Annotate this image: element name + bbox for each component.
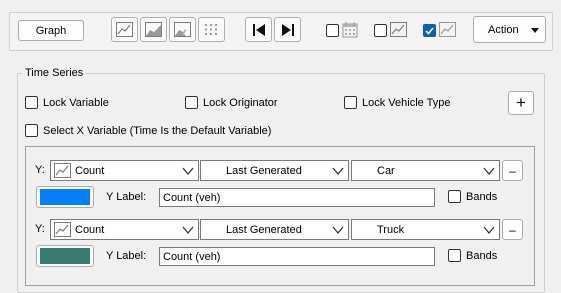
line-chart-icon [54,222,71,237]
series-2-bands-label: Bands [466,250,498,262]
series-2-remove-button[interactable]: – [502,219,523,240]
series-2-bands-checkbox[interactable] [448,249,461,262]
calendar-checkbox[interactable] [326,24,339,37]
lock-vehicle-type-label: Lock Vehicle Type [362,97,451,109]
series-2-y-label-input[interactable]: Count (veh) [159,247,435,266]
chevron-down-icon [483,167,495,176]
line-chart-checkbox-checked[interactable] [423,24,436,37]
series-2-variable-value: Count [75,223,105,236]
chevron-down-icon [182,167,194,176]
skip-back-button[interactable] [245,17,272,42]
series-1-y-label-input[interactable]: Count (veh) [159,188,435,207]
grid-icon [205,24,217,35]
series-1-vehicle-type-select[interactable]: Car [351,160,500,181]
chevron-down-icon [182,226,194,235]
line-chart-icon [439,22,456,37]
add-series-button[interactable]: + [508,91,534,115]
line-chart-checkbox[interactable] [374,24,387,37]
lock-originator-checkbox[interactable] [185,96,198,109]
select-x-variable-label: Select X Variable (Time Is the Default V… [43,125,272,137]
series-2-originator-value: Last Generated [226,223,302,236]
skip-back-icon [252,23,265,36]
calendar-icon [342,22,358,38]
lock-originator-label: Lock Originator [203,97,278,109]
series-2-color-swatch [40,248,90,264]
skip-forward-button[interactable] [274,17,301,42]
series-1-variable-select[interactable]: Count [50,160,199,181]
checkmark-icon [425,27,434,35]
series-1-bands-label: Bands [466,191,498,203]
line-chart-icon [54,163,71,178]
series-1-color-button[interactable] [36,186,94,208]
series-1-bands-checkbox[interactable] [448,190,461,203]
add-chart-icon [174,22,191,37]
series-2-color-button[interactable] [36,245,94,267]
action-dropdown[interactable]: Action [473,16,546,43]
series-1-color-swatch [40,189,90,205]
series-1-y-prefix: Y: [35,164,45,176]
area-chart-icon [145,22,162,37]
caret-down-icon [531,28,539,33]
plus-icon: + [516,93,526,112]
minus-icon: – [509,222,516,237]
series-2-vehicle-type-select[interactable]: Truck [351,219,500,240]
line-chart-icon [390,22,407,37]
series-2-y-prefix: Y: [35,223,45,235]
line-chart-icon [116,22,133,37]
series-1-vehicle-type-value: Car [377,164,395,177]
time-series-title: Time Series [23,67,86,79]
series-1-remove-button[interactable]: – [502,160,523,181]
minus-icon: – [509,163,516,178]
area-chart-button[interactable] [140,17,167,42]
add-chart-button[interactable] [169,17,196,42]
chevron-down-icon [483,226,495,235]
series-1-variable-value: Count [75,164,105,177]
series-2-originator-select[interactable]: Last Generated [200,219,349,240]
line-chart-button[interactable] [111,17,138,42]
skip-forward-icon [281,23,294,36]
series-1-y-label-caption: Y Label: [106,191,147,203]
lock-variable-checkbox[interactable] [25,96,38,109]
lock-vehicle-type-checkbox[interactable] [344,96,357,109]
chevron-down-icon [332,167,344,176]
chevron-down-icon [332,226,344,235]
grid-button[interactable] [198,17,225,42]
lock-variable-label: Lock Variable [43,97,109,109]
series-2-y-label-caption: Y Label: [106,250,147,262]
series-1-originator-value: Last Generated [226,164,302,177]
series-1-originator-select[interactable]: Last Generated [200,160,349,181]
series-2-variable-select[interactable]: Count [50,219,199,240]
series-2-vehicle-type-value: Truck [377,223,405,236]
action-label: Action [488,23,519,36]
graph-button[interactable]: Graph [18,20,84,41]
select-x-variable-checkbox[interactable] [25,124,38,137]
